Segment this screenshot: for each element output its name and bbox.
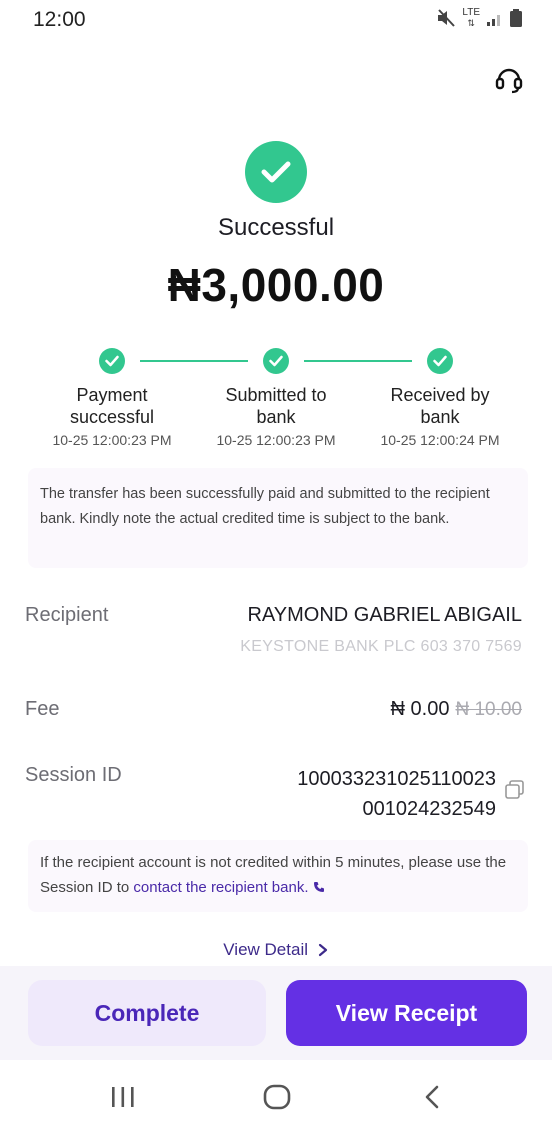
headset-icon (495, 68, 523, 94)
session-id-label: Session ID (25, 764, 122, 786)
system-nav-bar (0, 1060, 552, 1135)
network-type: LTE (462, 7, 480, 18)
step-connector (304, 360, 412, 362)
step-time: 10-25 12:00:24 PM (380, 432, 500, 448)
recipient-name: RAYMOND GABRIEL ABIGAIL (247, 604, 522, 626)
battery-icon (510, 9, 522, 27)
session-note-box: If the recipient account is not credited… (28, 840, 528, 912)
step-label: Received by bank (390, 385, 490, 427)
back-icon[interactable] (422, 1084, 442, 1110)
step-check-icon (427, 348, 453, 374)
view-detail-label[interactable]: View Detail (223, 940, 308, 960)
fee-value-group: ₦ 0.00 ₦ 10.00 (391, 698, 522, 721)
step-check-icon (99, 348, 125, 374)
success-check-icon (245, 141, 307, 203)
contact-bank-link-text[interactable]: contact the recipient bank. (133, 879, 308, 896)
phone-icon[interactable] (313, 881, 325, 893)
chevron-right-icon (318, 943, 327, 956)
recipient-label: Recipient (25, 604, 109, 626)
step-label: Payment successful (69, 385, 155, 427)
progress-steps: Payment successful 10-25 12:00:23 PM Sub… (30, 348, 522, 458)
session-id: 100033231025110023001024232549 (297, 768, 496, 820)
recent-apps-icon[interactable] (110, 1084, 136, 1110)
signal-icon (487, 15, 500, 26)
step-label: Submitted to bank (225, 385, 327, 427)
home-icon[interactable] (263, 1084, 291, 1110)
fee-label: Fee (25, 698, 60, 720)
step-time: 10-25 12:00:23 PM (216, 432, 336, 448)
copy-icon[interactable] (504, 779, 526, 801)
contact-bank-link[interactable]: contact the recipient bank. (133, 879, 324, 896)
complete-button[interactable]: Complete (28, 980, 266, 1046)
status-time: 12:00 (33, 8, 86, 31)
status-title: Successful (217, 214, 335, 241)
status-bar: 12:00 LTE ⇅ (0, 0, 552, 40)
step-check-icon (263, 348, 289, 374)
transfer-info-box: The transfer has been successfully paid … (28, 468, 528, 568)
step-submitted: Submitted to bank 10-25 12:00:23 PM (191, 384, 361, 448)
support-button[interactable] (494, 64, 524, 94)
view-detail-link[interactable]: View Detail (0, 939, 552, 960)
network-indicator: LTE ⇅ (462, 7, 480, 29)
step-received: Received by bank 10-25 12:00:24 PM (355, 384, 525, 448)
step-connector (140, 360, 248, 362)
fee-original: ₦ 10.00 (455, 699, 522, 720)
fee-value: ₦ 0.00 (390, 698, 450, 720)
step-time: 10-25 12:00:23 PM (52, 432, 172, 448)
status-icons: LTE ⇅ (436, 8, 522, 28)
mute-icon (438, 9, 456, 27)
step-payment: Payment successful 10-25 12:00:23 PM (27, 384, 197, 448)
amount: ₦3,000.00 (167, 259, 385, 311)
view-receipt-button[interactable]: View Receipt (286, 980, 527, 1046)
recipient-bank: KEYSTONE BANK PLC 603 370 7569 (240, 638, 522, 655)
